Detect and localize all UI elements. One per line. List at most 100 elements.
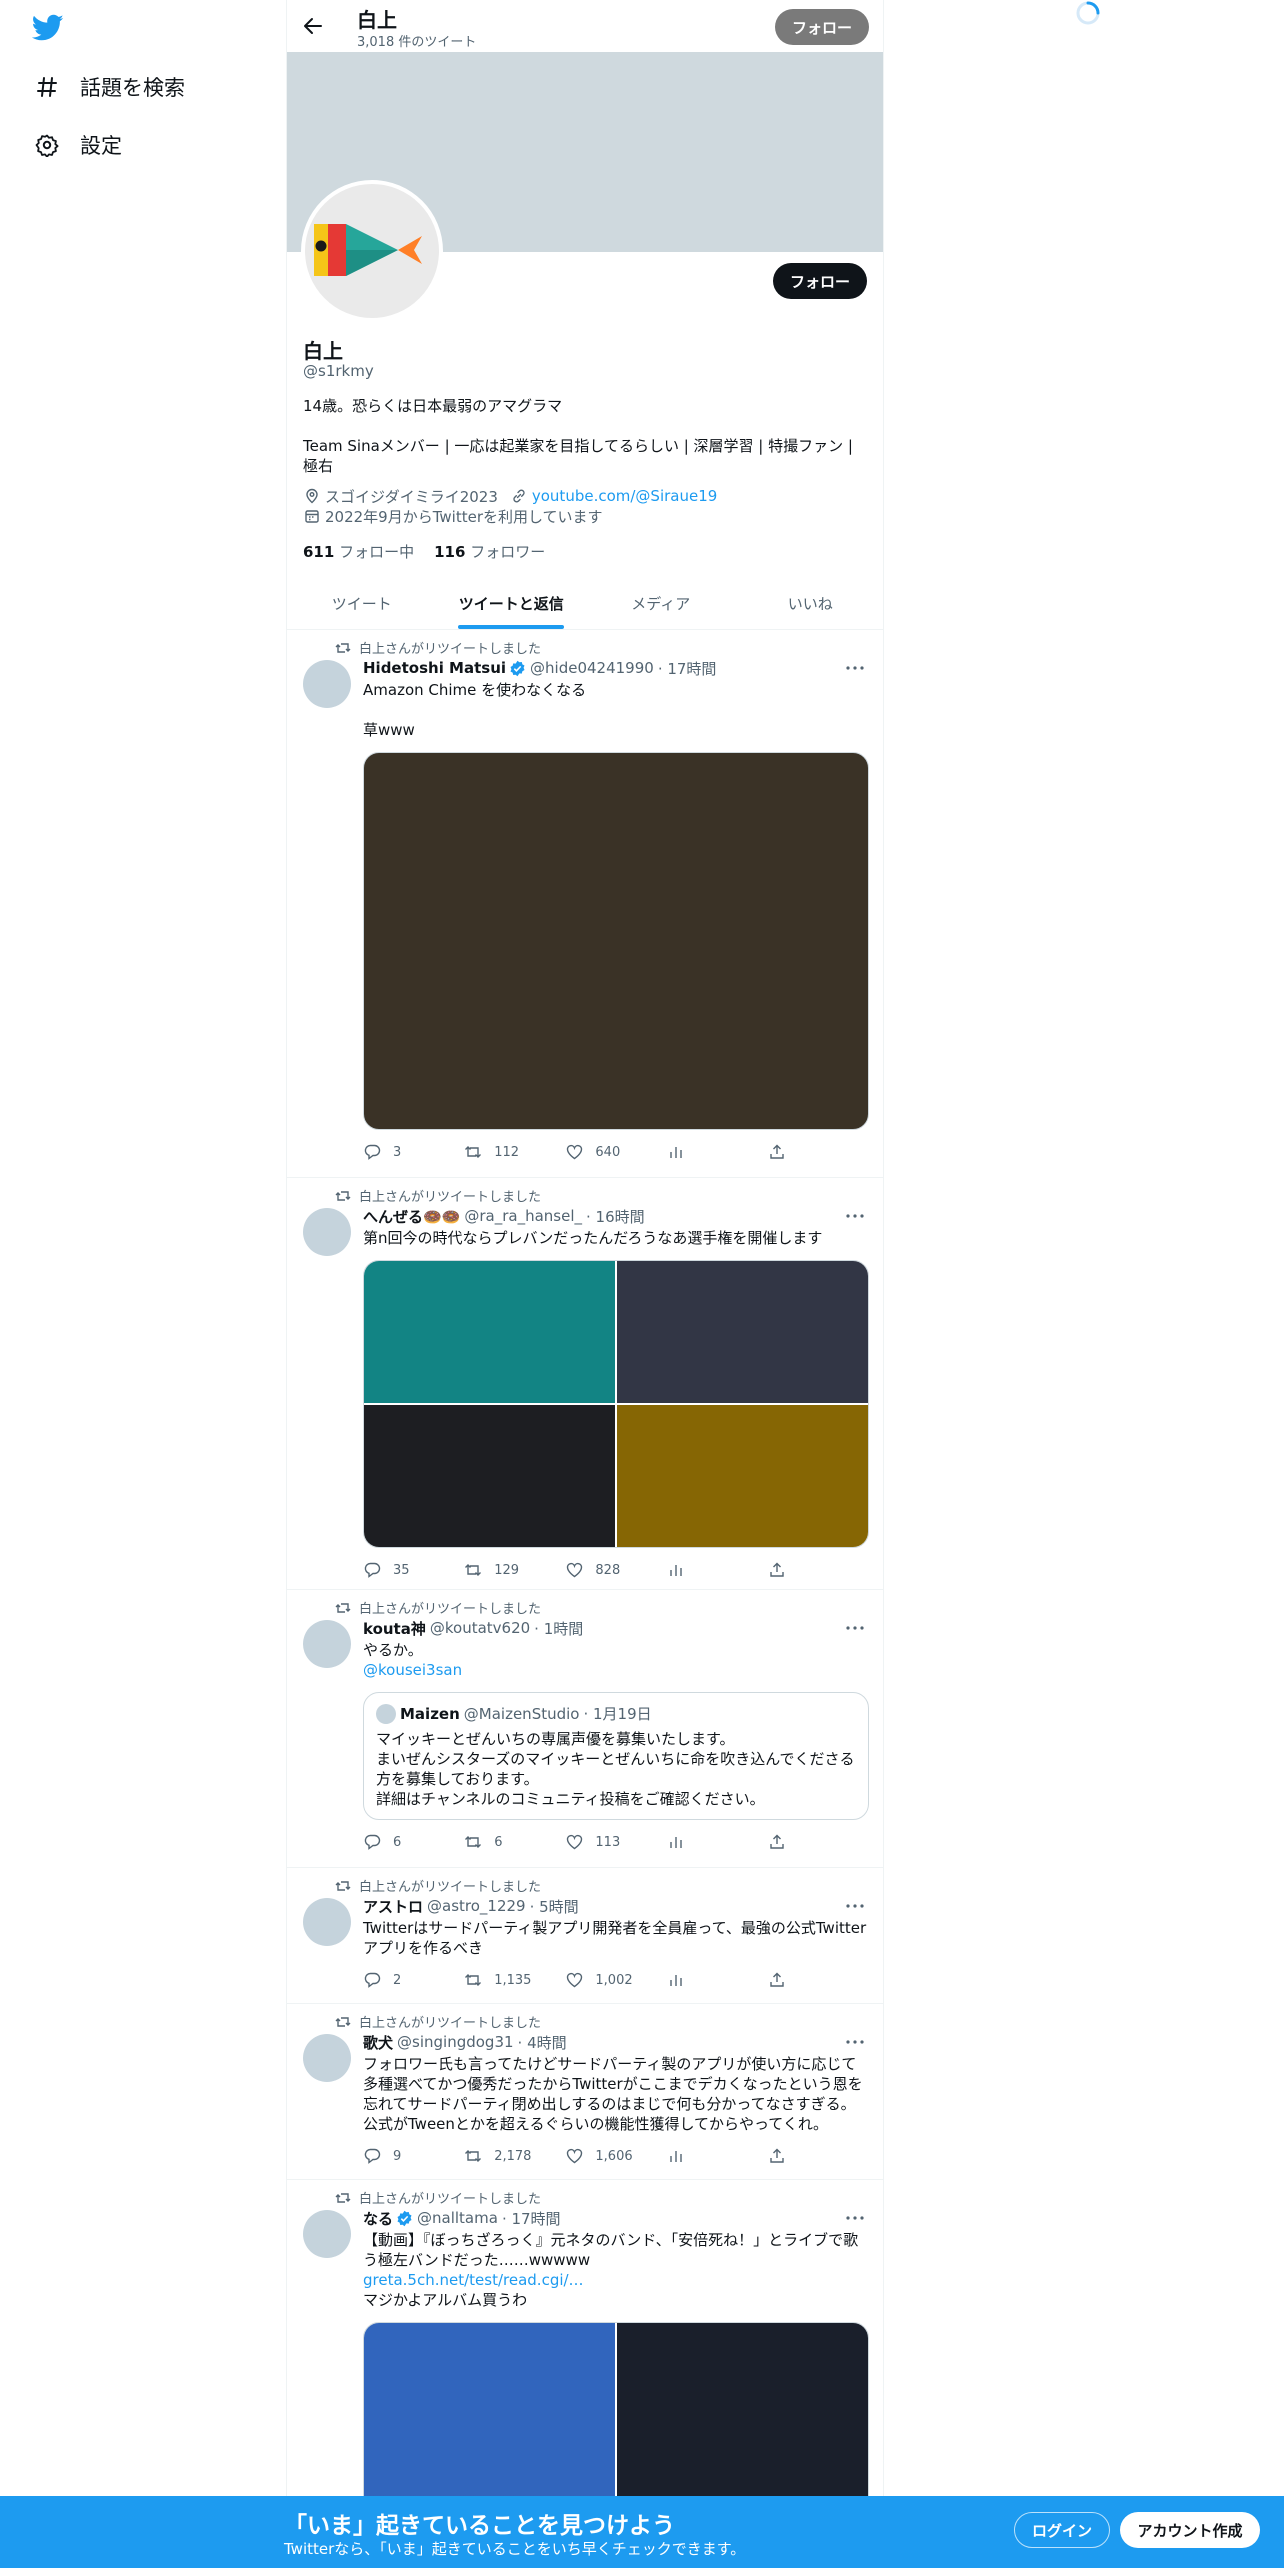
- share-button[interactable]: [768, 1971, 869, 1989]
- tweet-time[interactable]: · 4時間: [518, 2032, 567, 2053]
- retweet-button[interactable]: 1,135: [464, 1971, 565, 1989]
- tweet-media-image[interactable]: [617, 2323, 868, 2521]
- author-name[interactable]: 歌犬: [363, 2032, 393, 2053]
- analytics-button[interactable]: [667, 2147, 768, 2165]
- like-count: 1,606: [595, 2148, 633, 2164]
- share-button[interactable]: [768, 1143, 869, 1161]
- tweet[interactable]: 白上さんがリツイートしました 歌犬 @singingdog31 · 4時間 フォ…: [287, 2004, 883, 2180]
- author-handle[interactable]: @singingdog31: [397, 2033, 514, 2051]
- external-link[interactable]: greta.5ch.net/test/read.cgi/…: [363, 2270, 869, 2290]
- avatar[interactable]: [303, 1208, 351, 1256]
- profile-avatar[interactable]: [301, 180, 443, 322]
- author-handle[interactable]: @ra_ra_hansel_: [464, 1207, 582, 1225]
- retweet-button[interactable]: 129: [464, 1561, 565, 1579]
- quote-author-handle: @MaizenStudio: [463, 1705, 580, 1723]
- more-options-icon[interactable]: [845, 658, 865, 678]
- mention-link[interactable]: @kousei3san: [363, 1660, 869, 1680]
- reply-count: 2: [393, 1972, 402, 1988]
- tweet-media-image[interactable]: [364, 1261, 615, 1403]
- avatar[interactable]: [303, 2210, 351, 2258]
- tweet-time[interactable]: · 16時間: [586, 1206, 645, 1227]
- tweet[interactable]: 白上さんがリツイートしました Hidetoshi Matsui @hide042…: [287, 630, 883, 1178]
- tweet-time[interactable]: · 17時間: [502, 2208, 561, 2229]
- tweet-media-image[interactable]: [364, 1405, 615, 1547]
- author-name[interactable]: アストロ: [363, 1896, 423, 1917]
- more-options-icon[interactable]: [845, 1896, 865, 1916]
- reply-icon: [363, 1971, 381, 1989]
- tweet-time[interactable]: · 1時間: [534, 1618, 583, 1639]
- more-options-icon[interactable]: [845, 1618, 865, 1638]
- retweet-button[interactable]: 6: [464, 1833, 565, 1851]
- reply-button[interactable]: 35: [363, 1561, 464, 1579]
- retweet-count: 129: [494, 1562, 520, 1578]
- follow-button[interactable]: フォロー: [773, 263, 867, 299]
- login-button[interactable]: ログイン: [1014, 2512, 1110, 2548]
- tweet-media-image[interactable]: [617, 1405, 868, 1547]
- tweet-time[interactable]: · 17時間: [658, 658, 717, 679]
- quote-time: · 1月19日: [583, 1705, 652, 1723]
- author-name[interactable]: kouta神: [363, 1618, 426, 1639]
- tweet-actions: 35 129 828: [363, 1560, 869, 1580]
- tweet[interactable]: 白上さんがリツイートしました アストロ @astro_1229 · 5時間 Tw…: [287, 1868, 883, 2004]
- header-follow-button[interactable]: フォロー: [775, 9, 869, 45]
- tweet-media-image[interactable]: [363, 752, 869, 1130]
- author-name[interactable]: へんぜる🍩🍩: [363, 1206, 460, 1227]
- twitter-logo-icon[interactable]: [31, 14, 64, 42]
- tweet-media-image[interactable]: [617, 1261, 868, 1403]
- tweet-text-line: 草www: [363, 721, 415, 739]
- back-arrow-icon[interactable]: [299, 12, 327, 40]
- quoted-tweet[interactable]: Maizen @MaizenStudio · 1月19日 マイッキーとぜんいちの…: [363, 1692, 869, 1820]
- reply-button[interactable]: 3: [363, 1143, 464, 1161]
- website-link[interactable]: youtube.com/@Siraue19: [532, 487, 717, 505]
- tweet[interactable]: 白上さんがリツイートしました へんぜる🍩🍩 @ra_ra_hansel_ · 1…: [287, 1178, 883, 1590]
- profile-website[interactable]: youtube.com/@Siraue19: [510, 487, 717, 505]
- like-button[interactable]: 828: [565, 1561, 666, 1579]
- tweet-media-image[interactable]: [364, 2323, 615, 2521]
- tab-likes[interactable]: いいね: [736, 578, 884, 629]
- tab-tweets-and-replies[interactable]: ツイートと返信: [437, 578, 587, 629]
- like-button[interactable]: 1,606: [565, 2147, 666, 2165]
- author-name[interactable]: なる: [363, 2208, 393, 2229]
- reply-button[interactable]: 2: [363, 1971, 464, 1989]
- tweet[interactable]: 白上さんがリツイートしました kouta神 @koutatv620 · 1時間 …: [287, 1590, 883, 1868]
- share-button[interactable]: [768, 1561, 869, 1579]
- like-button[interactable]: 113: [565, 1833, 666, 1851]
- tweet-text-line: やるか。: [363, 1641, 423, 1659]
- following-link[interactable]: 611 フォロー中: [303, 541, 414, 562]
- avatar[interactable]: [303, 1898, 351, 1946]
- followers-link[interactable]: 116 フォロワー: [434, 541, 545, 562]
- tab-tweets[interactable]: ツイート: [287, 578, 437, 629]
- tweet-text: 第n回今の時代ならプレバンだったんだろうなあ選手権を開催します: [363, 1228, 869, 1248]
- retweet-button[interactable]: 2,178: [464, 2147, 565, 2165]
- share-button[interactable]: [768, 2147, 869, 2165]
- retweet-icon: [335, 1878, 351, 1894]
- analytics-button[interactable]: [667, 1561, 768, 1579]
- tweet-text: やるか。 @kousei3san: [363, 1640, 869, 1680]
- share-button[interactable]: [768, 1833, 869, 1851]
- sidebar-item-explore[interactable]: 話題を検索: [34, 67, 185, 107]
- like-button[interactable]: 1,002: [565, 1971, 666, 1989]
- avatar[interactable]: [303, 2034, 351, 2082]
- retweet-button[interactable]: 112: [464, 1143, 565, 1161]
- more-options-icon[interactable]: [845, 1206, 865, 1226]
- author-handle[interactable]: @hide04241990: [530, 659, 654, 677]
- avatar[interactable]: [303, 660, 351, 708]
- author-handle[interactable]: @nalltama: [417, 2209, 498, 2227]
- author-handle[interactable]: @astro_1229: [427, 1897, 526, 1915]
- avatar[interactable]: [303, 1620, 351, 1668]
- analytics-button[interactable]: [667, 1833, 768, 1851]
- analytics-button[interactable]: [667, 1971, 768, 1989]
- more-options-icon[interactable]: [845, 2032, 865, 2052]
- author-name[interactable]: Hidetoshi Matsui: [363, 659, 506, 677]
- author-handle[interactable]: @koutatv620: [430, 1619, 530, 1637]
- like-button[interactable]: 640: [565, 1143, 666, 1161]
- reply-button[interactable]: 6: [363, 1833, 464, 1851]
- analytics-button[interactable]: [667, 1143, 768, 1161]
- tab-media[interactable]: メディア: [586, 578, 736, 629]
- signup-button[interactable]: アカウント作成: [1120, 2512, 1260, 2548]
- reply-count: 6: [393, 1834, 402, 1850]
- tweet-time[interactable]: · 5時間: [530, 1896, 579, 1917]
- sidebar-item-settings[interactable]: 設定: [34, 125, 122, 165]
- reply-button[interactable]: 9: [363, 2147, 464, 2165]
- more-options-icon[interactable]: [845, 2208, 865, 2228]
